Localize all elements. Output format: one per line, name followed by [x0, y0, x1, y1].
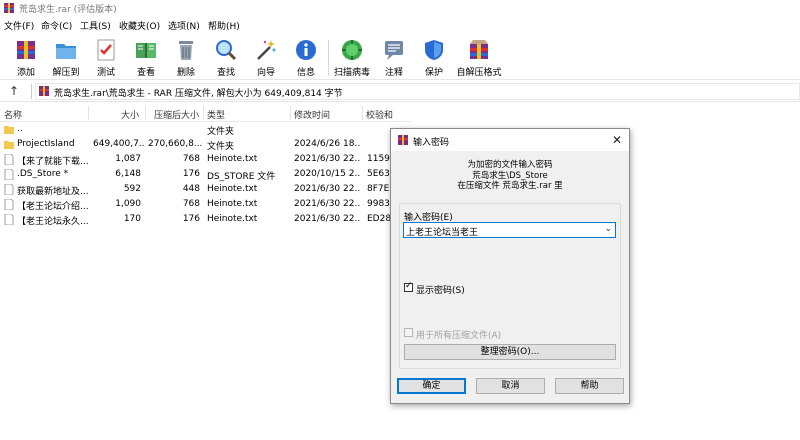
column-divider[interactable] [88, 106, 89, 120]
menu-tools[interactable]: 工具(S) [80, 19, 111, 32]
password-input[interactable]: 上老王论坛当老王 ⌄ [403, 222, 616, 238]
show-password-checkbox[interactable] [404, 281, 413, 292]
column-header: 名称 大小 压缩后大小 类型 修改时间 校验和 [0, 104, 412, 122]
archive-icon [39, 86, 49, 96]
find-icon [216, 40, 237, 61]
protect-button[interactable]: 保护 [414, 36, 454, 80]
column-divider[interactable] [290, 106, 291, 120]
chevron-down-icon[interactable]: ⌄ [604, 224, 612, 234]
col-modified[interactable]: 修改时间 [294, 108, 330, 121]
file-icon [4, 154, 14, 165]
col-size[interactable]: 大小 [121, 108, 139, 121]
dialog-info: 为加密的文件输入密码 荒岛求生\DS_Store 在压缩文件 荒岛求生.rar … [391, 160, 629, 192]
info-button[interactable]: 信息 [286, 36, 326, 80]
menu-help[interactable]: 帮助(H) [208, 19, 240, 32]
file-icon [4, 199, 14, 210]
password-value: 上老王论坛当老王 [406, 228, 479, 238]
show-password-label: 显示密码(S) [416, 286, 465, 296]
sfx-button[interactable]: 自解压格式 [456, 36, 502, 80]
col-packed-size[interactable]: 压缩后大小 [154, 108, 199, 121]
title-bar: 荒岛求生.rar (评估版本) [0, 0, 800, 16]
path-text: 荒岛求生.rar\荒岛求生 - RAR 压缩文件, 解包大小为 649,409,… [54, 89, 343, 99]
col-checksum[interactable]: 校验和 [366, 108, 393, 121]
window-title: 荒岛求生.rar (评估版本) [19, 5, 117, 15]
table-row[interactable]: 获取最新地址及... 592 448 Heinote.txt 2021/6/30… [0, 182, 412, 197]
menu-file[interactable]: 文件(F) [4, 19, 34, 32]
dialog-title-bar: 输入密码 ✕ [391, 129, 629, 151]
info-icon [296, 40, 316, 60]
test-icon [97, 39, 115, 61]
wizard-icon [257, 40, 276, 60]
extract-to-icon [56, 44, 76, 59]
table-row[interactable]: 【老王论坛永久... 170 176 Heinote.txt 2021/6/30… [0, 212, 412, 227]
column-divider[interactable] [145, 106, 146, 120]
col-name[interactable]: 名称 [4, 108, 22, 121]
virus-scan-button[interactable]: 扫描病毒 [332, 36, 372, 80]
menu-favorites[interactable]: 收藏夹(O) [119, 19, 160, 32]
up-arrow-icon[interactable]: ↑ [7, 84, 21, 98]
comment-icon [385, 41, 403, 60]
column-divider[interactable] [203, 106, 204, 120]
use-for-all-label: 用于所有压缩文件(A) [416, 331, 502, 341]
view-icon [136, 43, 156, 58]
cancel-button[interactable]: 取消 [476, 378, 545, 394]
close-icon[interactable]: ✕ [609, 132, 625, 148]
table-row[interactable]: .. 文件夹 [0, 122, 412, 137]
use-for-all-checkbox[interactable] [404, 328, 413, 337]
table-row[interactable]: ProjectIsland 649,400,7... 270,660,8... … [0, 137, 412, 152]
info-line: 荒岛求生\DS_Store [472, 170, 548, 181]
dialog-title: 输入密码 [413, 138, 450, 148]
virus-scan-icon [342, 40, 362, 60]
table-row[interactable]: 【来了就能下载... 1,087 768 Heinote.txt 2021/6/… [0, 152, 412, 167]
column-divider[interactable] [362, 106, 363, 120]
path-bar: ↑ 荒岛求生.rar\荒岛求生 - RAR 压缩文件, 解包大小为 649,40… [0, 81, 800, 102]
password-dialog: 输入密码 ✕ 为加密的文件输入密码 荒岛求生\DS_Store 在压缩文件 荒岛… [390, 128, 630, 404]
ok-button[interactable]: 确定 [397, 378, 466, 394]
protect-icon [425, 40, 443, 60]
info-line: 为加密的文件输入密码 [467, 160, 553, 170]
help-button[interactable]: 帮助 [555, 378, 624, 394]
menu-command[interactable]: 命令(C) [41, 19, 72, 32]
add-archive-icon [17, 41, 35, 59]
menu-options[interactable]: 选项(N) [168, 19, 200, 32]
organize-passwords-button[interactable]: 整理密码(O)... [404, 344, 616, 360]
folder-icon [4, 126, 14, 134]
file-icon [4, 214, 14, 225]
winrar-icon [4, 3, 14, 13]
folder-icon [4, 141, 14, 149]
col-type[interactable]: 类型 [207, 108, 225, 121]
table-row[interactable]: 【老王论坛介绍... 1,090 768 Heinote.txt 2021/6/… [0, 197, 412, 212]
delete-icon [179, 41, 193, 60]
table-row[interactable]: .DS_Store * 6,148 176 DS_STORE 文件 2020/1… [0, 167, 412, 182]
winrar-icon [398, 135, 408, 145]
info-line: 在压缩文件 荒岛求生.rar 里 [457, 181, 563, 191]
menu-bar: 文件(F) 命令(C) 工具(S) 收藏夹(O) 选项(N) 帮助(H) [0, 17, 800, 33]
path-separator [31, 84, 32, 99]
file-icon [4, 169, 14, 180]
sfx-icon [470, 40, 488, 59]
file-icon [4, 184, 14, 195]
toolbar: 添加 解压到 测试 查看 删除 查找 向导 信息 扫描病毒 注释 保护 自解压格… [0, 34, 800, 80]
